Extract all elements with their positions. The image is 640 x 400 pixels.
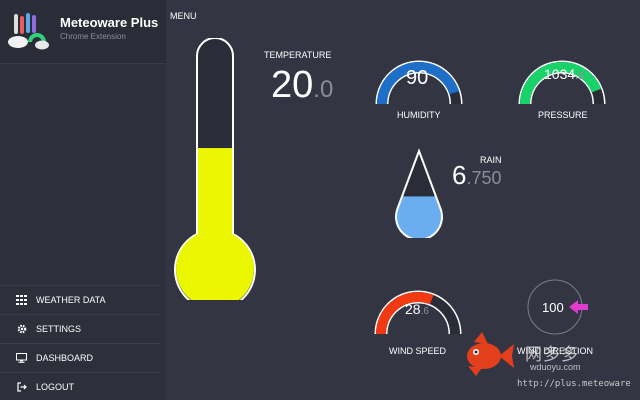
temperature-fill: [175, 148, 254, 300]
grid-icon: [16, 295, 27, 306]
pressure-int: 1034: [544, 66, 576, 82]
app-title: Meteoware Plus: [60, 15, 159, 30]
sidebar-item-dashboard[interactable]: DASHBOARD: [0, 343, 160, 372]
logout-icon: [16, 382, 27, 393]
watermark-fish-icon: [467, 332, 514, 376]
sidebar-item-label: SETTINGS: [36, 324, 82, 334]
brand-header: Meteoware Plus Chrome Extension: [0, 0, 166, 64]
temperature-label: TEMPERATURE: [264, 50, 332, 60]
rain-value: 6.750: [452, 160, 502, 191]
wind-speed-int: 28: [405, 301, 421, 317]
humidity-label: HUMIDITY: [397, 110, 441, 120]
app-subtitle: Chrome Extension: [60, 32, 126, 41]
sidebar-nav: WEATHER DATA SETTINGS DASHBOARD LOGOUT: [0, 285, 160, 400]
pressure-value: 1034.8: [544, 66, 584, 82]
rain-drop: [395, 148, 443, 238]
sidebar-item-label: WEATHER DATA: [36, 295, 106, 305]
app-logo-icon: [8, 13, 49, 50]
menu-label[interactable]: MENU: [170, 11, 197, 21]
gear-icon: [16, 324, 27, 335]
sidebar-item-label: LOGOUT: [36, 382, 75, 392]
watermark-domain: wduoyu.com: [530, 362, 581, 372]
sidebar: Meteoware Plus Chrome Extension WEATHER …: [0, 0, 166, 400]
watermark-url: http://plus.meteoware: [517, 379, 631, 389]
temperature-value: 20.0: [271, 64, 333, 107]
temperature-dec: .0: [313, 76, 334, 103]
rain-dec: .750: [466, 168, 502, 188]
wind-direction-arrow-icon: [569, 300, 588, 314]
wind-speed-dec: .6: [420, 306, 429, 317]
pressure-label: PRESSURE: [538, 110, 588, 120]
wind-direction-value: 100: [542, 300, 564, 315]
wind-speed-value: 28.6: [405, 301, 429, 317]
temperature-int: 20: [271, 64, 314, 106]
pressure-dec: .8: [575, 70, 585, 82]
rain-fill: [396, 196, 442, 238]
wind-speed-label: WIND SPEED: [389, 346, 447, 356]
sidebar-item-weather-data[interactable]: WEATHER DATA: [0, 285, 160, 314]
humidity-value: 90: [406, 67, 429, 89]
monitor-icon: [16, 353, 27, 364]
sidebar-item-logout[interactable]: LOGOUT: [0, 372, 160, 400]
sidebar-item-settings[interactable]: SETTINGS: [0, 314, 160, 343]
temperature-thermometer: [174, 38, 256, 300]
rain-int: 6: [452, 160, 467, 190]
sidebar-item-label: DASHBOARD: [36, 353, 94, 363]
